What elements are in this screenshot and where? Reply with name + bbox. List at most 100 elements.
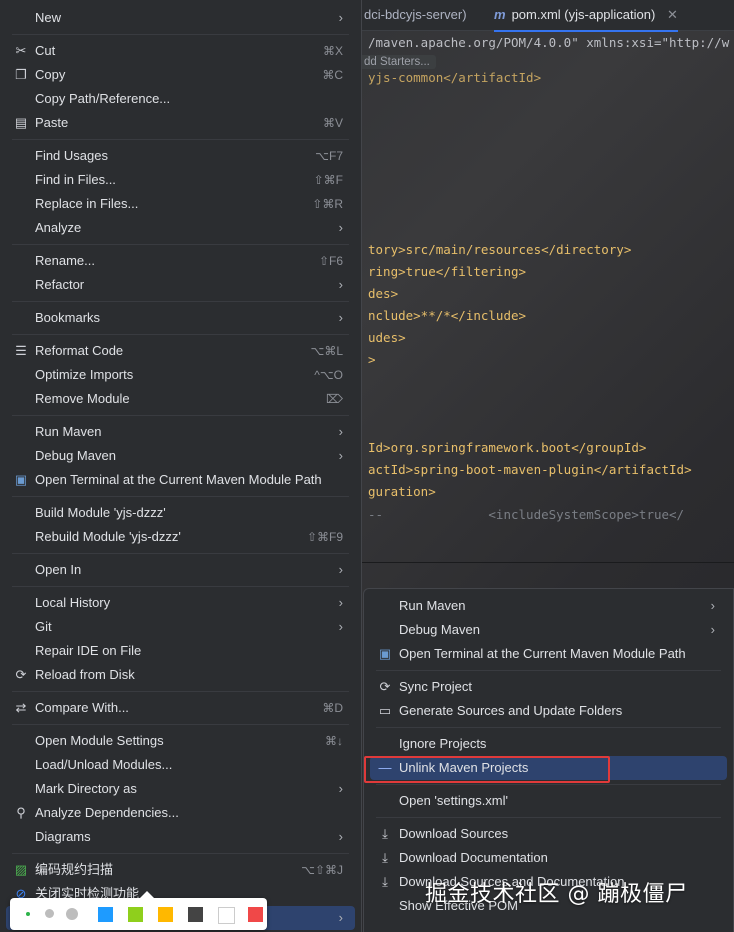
menu-item-build-module-yjs-dzzz[interactable]: Build Module 'yjs-dzzz' <box>6 501 355 525</box>
menu-item-cut[interactable]: ✂ Cut ⌘X <box>6 39 355 63</box>
paste-icon: ▤ <box>14 115 28 130</box>
menu-item-download-documentation[interactable]: ⤓ Download Documentation <box>370 846 727 870</box>
terminal-icon: ▣ <box>378 646 392 661</box>
close-tab-icon[interactable]: ✕ <box>667 7 678 22</box>
menu-item-optimize-imports[interactable]: Optimize Imports ^⌥O <box>6 363 355 387</box>
pen-size-large[interactable] <box>66 908 78 920</box>
menu-item-label: Local History <box>35 595 111 610</box>
color-swatch[interactable] <box>98 907 113 922</box>
menu-item-sync-project[interactable]: ⟳ Sync Project <box>370 675 727 699</box>
menu-item-rename[interactable]: Rename... ⇧F6 <box>6 249 355 273</box>
color-swatch[interactable] <box>158 907 173 922</box>
menu-item-open-module-settings[interactable]: Open Module Settings ⌘↓ <box>6 729 355 753</box>
shortcut-label: ⌘V <box>322 116 343 130</box>
menu-item-bookmarks[interactable]: Bookmarks › <box>6 306 355 330</box>
download-icon: ⤓ <box>382 850 388 865</box>
shortcut-label: ⌘X <box>322 44 343 58</box>
menu-item-find-in-files[interactable]: Find in Files... ⇧⌘F <box>6 168 355 192</box>
menu-item-mark-directory-as[interactable]: Mark Directory as › <box>6 777 355 801</box>
sync-icon: ⟳ <box>379 679 391 694</box>
pen-size-small[interactable] <box>26 912 30 916</box>
editor-tab-pom[interactable]: m pom.xml (yjs-application) ✕ <box>494 0 678 32</box>
menu-item-label: Sync Project <box>399 679 472 694</box>
chevron-right-icon: › <box>338 424 343 439</box>
download-icon: ⤓ <box>382 826 388 841</box>
generate-folder-icon: ▭ <box>378 703 392 718</box>
menu-item-label: 编码规约扫描 <box>35 862 114 877</box>
menu-item-replace-in-files[interactable]: Replace in Files... ⇧⌘R <box>6 192 355 216</box>
menu-item-label: Reload from Disk <box>35 667 135 682</box>
menu-item-label: Replace in Files... <box>35 196 139 211</box>
menu-item-label: Download Sources <box>399 826 509 841</box>
pen-size-medium[interactable] <box>45 909 54 918</box>
color-swatch[interactable] <box>188 907 203 922</box>
code-line: /maven.apache.org/POM/4.0.0" xmlns:xsi="… <box>368 35 730 50</box>
watermark: 掘金技术社区 @ 蹦极僵尸 <box>425 882 688 907</box>
menu-item-label: Debug Maven <box>399 622 480 637</box>
code-line: actId>spring-boot-maven-plugin</artifact… <box>368 462 692 477</box>
menu-item-analyze-dependencies[interactable]: ⚲ Analyze Dependencies... <box>6 801 355 825</box>
menu-separator <box>12 301 349 302</box>
menu-item-ignore-projects[interactable]: Ignore Projects <box>370 732 727 756</box>
menu-item-analyze[interactable]: Analyze › <box>6 216 355 240</box>
menu-item-label: Generate Sources and Update Folders <box>399 703 623 718</box>
menu-item-refactor[interactable]: Refactor › <box>6 273 355 297</box>
chevron-right-icon: › <box>338 277 343 292</box>
menu-item-find-usages[interactable]: Find Usages ⌥F7 <box>6 144 355 168</box>
menu-item-reformat-code[interactable]: ☰ Reformat Code ⌥⌘L <box>6 339 355 363</box>
palette-notch <box>140 891 154 898</box>
menu-item-unlink-maven-projects[interactable]: — Unlink Maven Projects <box>370 756 727 780</box>
menu-item-label: Rename... <box>35 253 95 268</box>
menu-separator <box>12 553 349 554</box>
chevron-right-icon: › <box>338 562 343 577</box>
color-swatch[interactable] <box>248 907 263 922</box>
menu-item-copy-path-reference[interactable]: Copy Path/Reference... <box>6 87 355 111</box>
menu-item-label: Build Module 'yjs-dzzz' <box>35 505 166 520</box>
menu-item-item[interactable]: ▨ 编码规约扫描 ⌥⇧⌘J <box>6 858 355 882</box>
menu-item-git[interactable]: Git › <box>6 615 355 639</box>
color-swatch[interactable] <box>128 907 143 922</box>
menu-item-load-unload-modules[interactable]: Load/Unload Modules... <box>6 753 355 777</box>
menu-item-debug-maven[interactable]: Debug Maven › <box>370 618 727 642</box>
menu-item-compare-with[interactable]: ⇄ Compare With... ⌘D <box>6 696 355 720</box>
menu-item-paste[interactable]: ▤ Paste ⌘V <box>6 111 355 135</box>
chevron-right-icon: › <box>338 220 343 235</box>
menu-item-label: Unlink Maven Projects <box>399 760 529 775</box>
menu-item-debug-maven[interactable]: Debug Maven › <box>6 444 355 468</box>
menu-item-label: Copy Path/Reference... <box>35 91 171 106</box>
menu-item-local-history[interactable]: Local History › <box>6 591 355 615</box>
shortcut-label: ⌘D <box>322 701 343 715</box>
menu-separator <box>12 34 349 35</box>
menu-item-open-terminal-at-the-current-maven-module-path[interactable]: ▣ Open Terminal at the Current Maven Modu… <box>6 468 355 492</box>
menu-item-open-settings-xml[interactable]: Open 'settings.xml' <box>370 789 727 813</box>
menu-item-repair-ide-on-file[interactable]: Repair IDE on File <box>6 639 355 663</box>
menu-item-run-maven[interactable]: Run Maven › <box>6 420 355 444</box>
menu-item-new[interactable]: New › <box>6 6 355 30</box>
menu-item-diagrams[interactable]: Diagrams › <box>6 825 355 849</box>
shortcut-label: ^⌥O <box>314 368 343 382</box>
color-swatch[interactable] <box>218 907 235 924</box>
maven-icon: m <box>494 7 506 22</box>
menu-item-rebuild-module-yjs-dzzz[interactable]: Rebuild Module 'yjs-dzzz' ⇧⌘F9 <box>6 525 355 549</box>
menu-item-copy[interactable]: ❐ Copy ⌘C <box>6 63 355 87</box>
menu-item-generate-sources-and-update-folders[interactable]: ▭ Generate Sources and Update Folders <box>370 699 727 723</box>
shortcut-label: ⌥⌘L <box>310 344 343 358</box>
menu-item-download-sources[interactable]: ⤓ Download Sources <box>370 822 727 846</box>
menu-item-open-in[interactable]: Open In › <box>6 558 355 582</box>
add-starters-hint[interactable]: dd Starters... <box>358 55 436 69</box>
menu-separator <box>12 496 349 497</box>
editor-divider <box>362 562 734 563</box>
menu-item-open-terminal-at-the-current-maven-module-path[interactable]: ▣ Open Terminal at the Current Maven Modu… <box>370 642 727 666</box>
menu-item-remove-module[interactable]: Remove Module ⌦ <box>6 387 355 411</box>
menu-item-label: Open 'settings.xml' <box>399 793 509 808</box>
menu-item-reload-from-disk[interactable]: ⟳ Reload from Disk <box>6 663 355 687</box>
chevron-right-icon: › <box>338 781 343 796</box>
menu-item-label: Reformat Code <box>35 343 124 358</box>
scan-icon: ▨ <box>14 862 28 877</box>
menu-item-label: Ignore Projects <box>399 736 487 751</box>
editor-tab-server[interactable]: dci-bdcyjs-server) <box>364 0 467 30</box>
chevron-right-icon: › <box>338 829 343 844</box>
menu-item-run-maven[interactable]: Run Maven › <box>370 594 727 618</box>
menu-separator <box>376 784 721 785</box>
compare-icon: ⇄ <box>15 700 27 715</box>
